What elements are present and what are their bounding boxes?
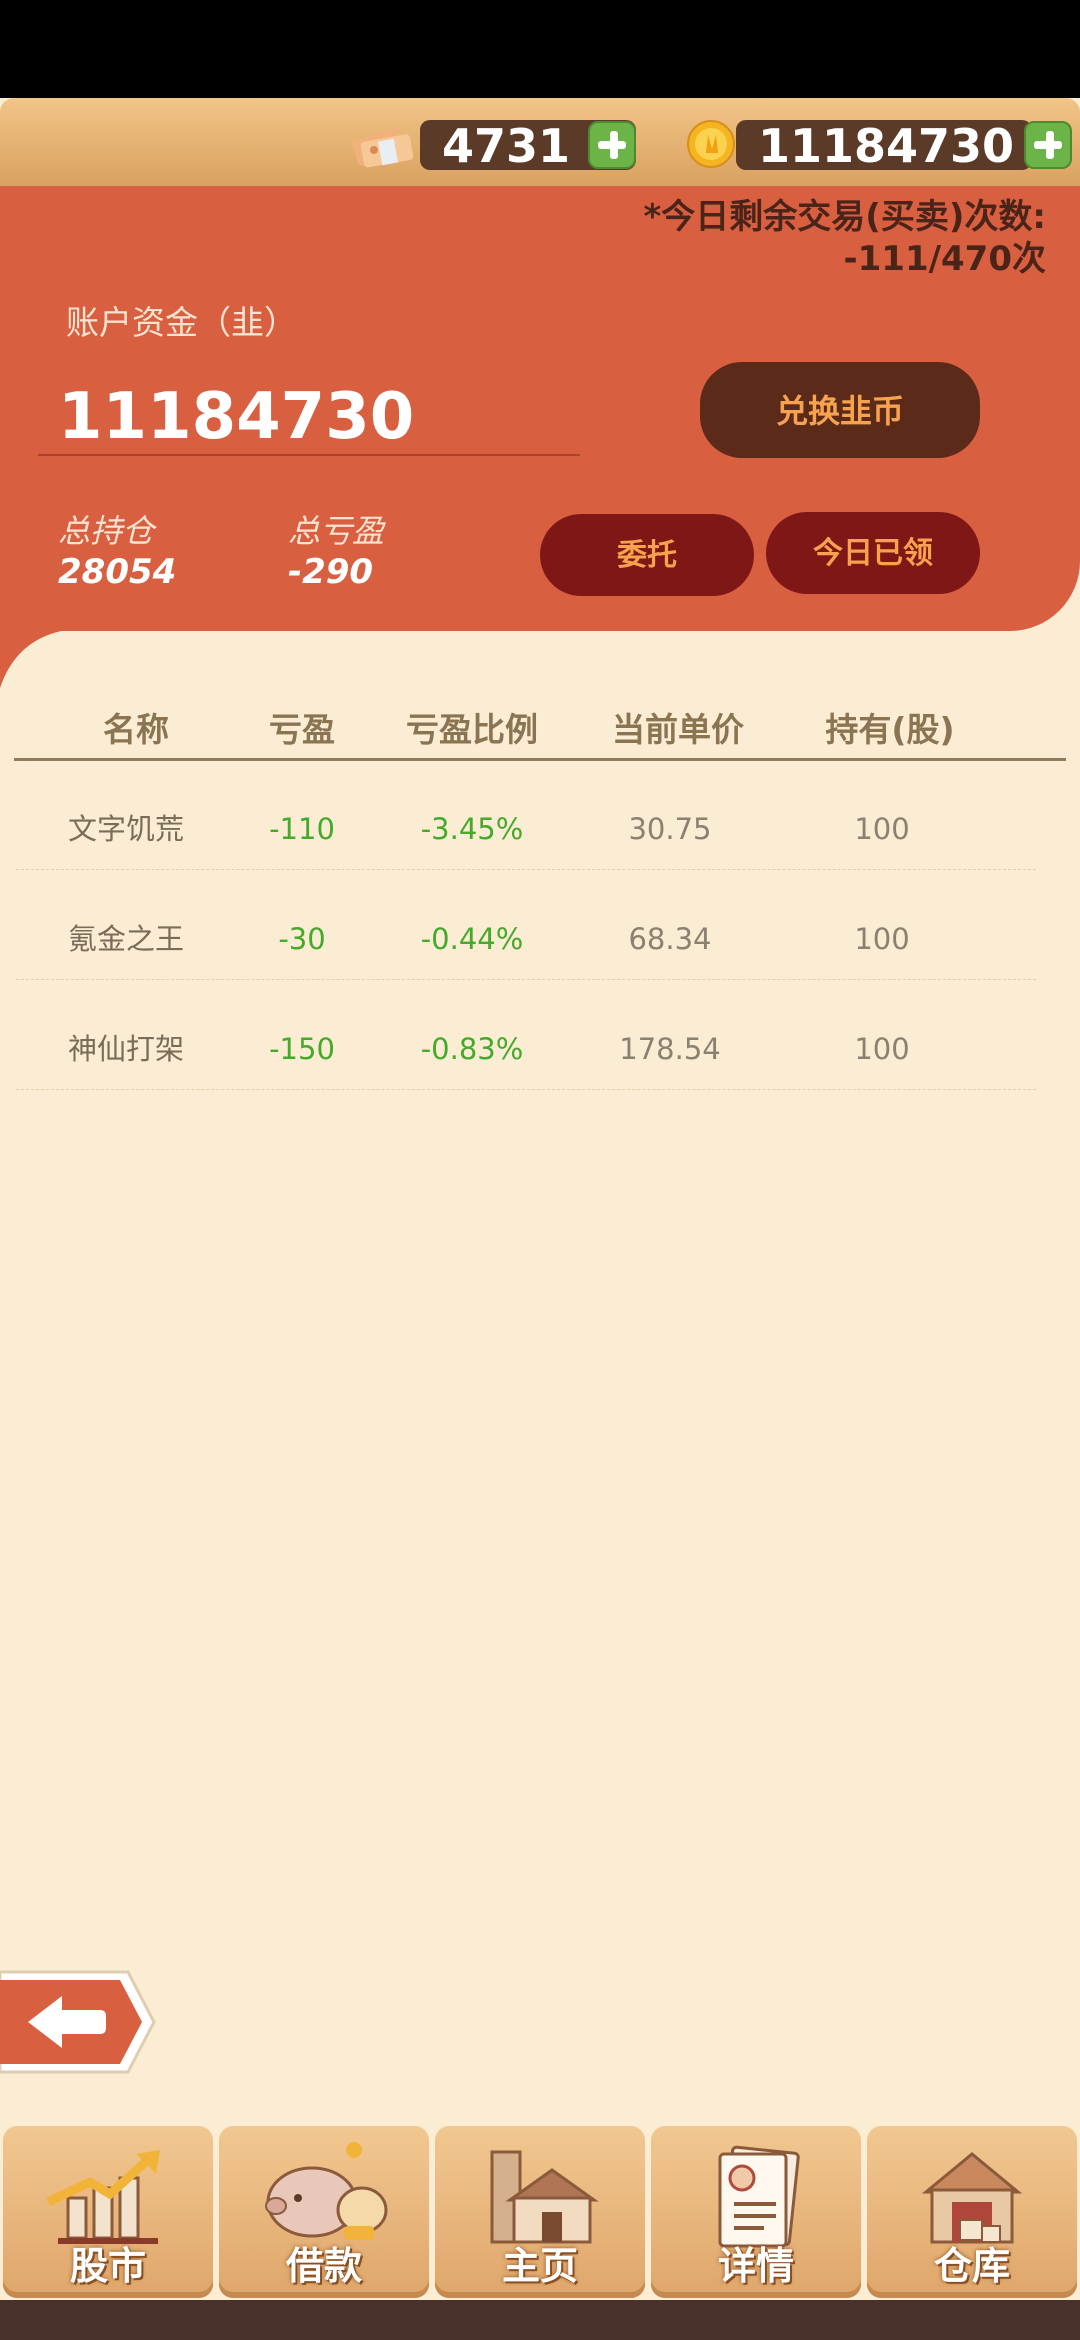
total-position-value: 28054 [58,552,177,592]
row-divider [16,1089,1036,1090]
piggy-bank-icon [265,2142,388,2240]
nav-stock-market[interactable]: 股市 [3,2126,213,2298]
total-position-label: 总持仓 [58,512,155,550]
stock-shares: 100 [854,922,910,956]
stock-name: 神仙打架 [67,1032,184,1066]
profile-document-icon [718,2145,800,2248]
header-shares-held: 持有(股) [825,710,955,749]
account-funds-value: 11184730 [58,380,415,454]
trades-remaining-label: *今日剩余交易(买卖)次数: [643,197,1046,237]
stock-pnl-ratio: -0.44% [420,922,524,956]
total-pnl-label: 总亏盈 [288,512,385,550]
stock-pnl-ratio: -3.45% [420,812,524,846]
nav-label-stock-market: 股市 [69,2244,146,2288]
header-pnl-ratio: 亏盈比例 [406,710,538,749]
stock-pnl-ratio: -0.83% [420,1032,524,1066]
exchange-currency-button[interactable]: 兑换韭币 [700,362,980,458]
add-cash-button[interactable] [588,121,636,169]
add-coin-button[interactable] [1024,121,1072,169]
claimed-today-button[interactable]: 今日已领 [766,512,980,594]
nav-details[interactable]: 详情 [651,2126,861,2298]
entrust-button[interactable]: 委托 [540,514,754,596]
account-funds-label: 账户资金（韭） [66,303,297,342]
nav-label-loan: 借款 [285,2244,362,2288]
stock-shares: 100 [854,1032,910,1066]
stock-name: 氪金之王 [67,922,184,956]
trades-remaining: *今日剩余交易(买卖)次数: -111/470次 [644,196,1046,280]
coin-icon [687,120,735,168]
cash-icon [352,127,414,168]
coin-amount: 11184730 [736,120,1032,172]
nav-label-details: 详情 [717,2244,794,2288]
trades-remaining-count: -111/470次 [843,239,1046,279]
bottom-navigation: 股市 借款 主页 详情 仓库 [0,2118,1080,2300]
nav-warehouse[interactable]: 仓库 [867,2126,1077,2298]
funds-underline [38,454,580,456]
warehouse-icon [921,2152,1023,2244]
back-button[interactable] [0,1966,160,2078]
status-bar [0,0,1080,98]
header-current-price: 当前单价 [612,710,744,749]
total-pnl-value: -290 [288,552,374,592]
nav-label-warehouse: 仓库 [933,2244,1010,2288]
nav-loan[interactable]: 借款 [219,2126,429,2298]
panel-corner-curve [0,628,90,688]
table-header-divider [14,758,1066,761]
row-divider [16,869,1036,870]
nav-home[interactable]: 主页 [435,2126,645,2298]
stock-chart-icon [46,2150,160,2244]
table-row[interactable]: 氪金之王 -30 -0.44% 68.34 100 [0,884,1080,994]
stock-name: 文字饥荒 [67,812,184,846]
table-header: 名称 亏盈 亏盈比例 当前单价 持有(股) [0,700,1080,760]
stock-shares: 100 [854,812,910,846]
table-row[interactable]: 文字饥荒 -110 -3.45% 30.75 100 [0,774,1080,884]
row-divider [16,979,1036,980]
stock-price: 178.54 [619,1032,721,1066]
nav-label-home: 主页 [501,2244,578,2288]
house-icon [490,2150,599,2244]
stock-price: 68.34 [628,922,712,956]
stock-price: 30.75 [628,812,712,846]
bottom-strip [0,2300,1080,2340]
table-row[interactable]: 神仙打架 -150 -0.83% 178.54 100 [0,994,1080,1104]
